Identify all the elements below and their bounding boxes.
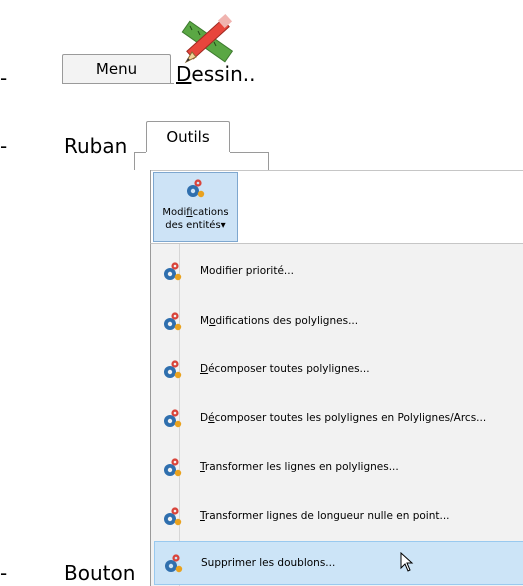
label-part: écomposer toutes polylignes... [208,363,370,375]
tab-strip-edge-left [134,152,135,170]
menu-item-label: Décomposer toutes polylignes... [200,349,370,389]
modifications-entites-button[interactable]: Modifications des entités▾ [153,172,238,242]
tab-strip-line-1 [62,83,174,84]
menu-item-label: Décomposer toutes les polylignes en Poly… [200,398,486,438]
gears-icon [164,312,182,331]
menu-item-label: Modifications des polylignes... [200,301,358,341]
tab-dessin[interactable]: Dessin.. [176,62,256,86]
label-part: Modifier priorité... [200,265,294,277]
tab-menu-label: Menu [95,60,138,78]
tab-dessin-label: essin.. [191,62,256,86]
modifications-entites-label-1: Modifications [154,207,237,219]
tab-strip-edge-right [268,152,269,170]
label-bouton: Bouton [64,561,136,585]
menu-item-modifier-priorite[interactable]: Modifier priorité... [154,251,523,291]
label-part: M [200,315,210,327]
tab-menu[interactable]: Menu [62,54,171,83]
menu-item-decomposer-toutes-polylignes[interactable]: Décomposer toutes polylignes... [154,349,523,389]
menu-item-label: Supprimer les doublons... [201,542,335,584]
label-part: D [200,412,209,424]
menu-item-modifications-polylignes[interactable]: Modifications des polylignes... [154,301,523,341]
gears-icon [164,507,182,526]
label-part: composer toutes les polylignes en Polyli… [214,412,487,424]
dessin-pencil-ruler-icon [181,13,234,64]
ribbon-pane-top [150,170,523,171]
bullet-dash-2: - [0,134,8,158]
label-part: ransformer lignes de longueur nulle en p… [204,510,450,522]
ribbon-pane-left [150,170,151,244]
tab-strip-line-2 [134,152,146,153]
ribbon-label-part: des entités [165,220,221,231]
menu-item-supprimer-doublons[interactable]: Supprimer les doublons... [154,541,523,585]
menu-item-label: Transformer les lignes en polylignes... [200,447,399,487]
modifications-entites-label-2: des entités▾ [154,220,237,232]
label-part: ransformer les lignes en polylignes... [204,461,399,473]
label-part: Supprimer les doublons... [201,557,336,569]
label-mnemonic: D [200,363,209,375]
tab-dessin-mnemonic: D [176,62,192,86]
menu-item-decomposer-polylignes-arcs[interactable]: Décomposer toutes les polylignes en Poly… [154,398,523,438]
bullet-dash-1: - [0,66,8,90]
mouse-pointer-icon [400,552,414,572]
tab-outils[interactable]: Outils [146,121,230,152]
ribbon-label-part: Modi [162,207,187,218]
gears-icon [164,458,182,477]
gears-icon [187,179,205,198]
bullet-dash-3: - [0,561,8,585]
gears-icon [164,262,182,281]
menu-item-transformer-lignes-polylignes[interactable]: Transformer les lignes en polylignes... [154,447,523,487]
tab-outils-label: Outils [166,128,210,146]
label-ruban: Ruban [64,134,128,158]
gears-icon [165,554,183,573]
gears-icon [164,360,182,379]
dropdown-arrow-icon: ▾ [220,220,226,231]
tab-strip-line-3 [230,152,268,153]
entity-modifications-menu: Modifier priorité... Modifications des p… [150,243,523,586]
menu-item-label: Modifier priorité... [200,251,294,291]
ribbon-label-part: ications [192,207,229,218]
label-part: difications des polylignes... [215,315,359,327]
gears-icon [164,409,182,428]
menu-item-label: Transformer lignes de longueur nulle en … [200,496,450,536]
menu-item-transformer-lignes-nulles-point[interactable]: Transformer lignes de longueur nulle en … [154,496,523,536]
